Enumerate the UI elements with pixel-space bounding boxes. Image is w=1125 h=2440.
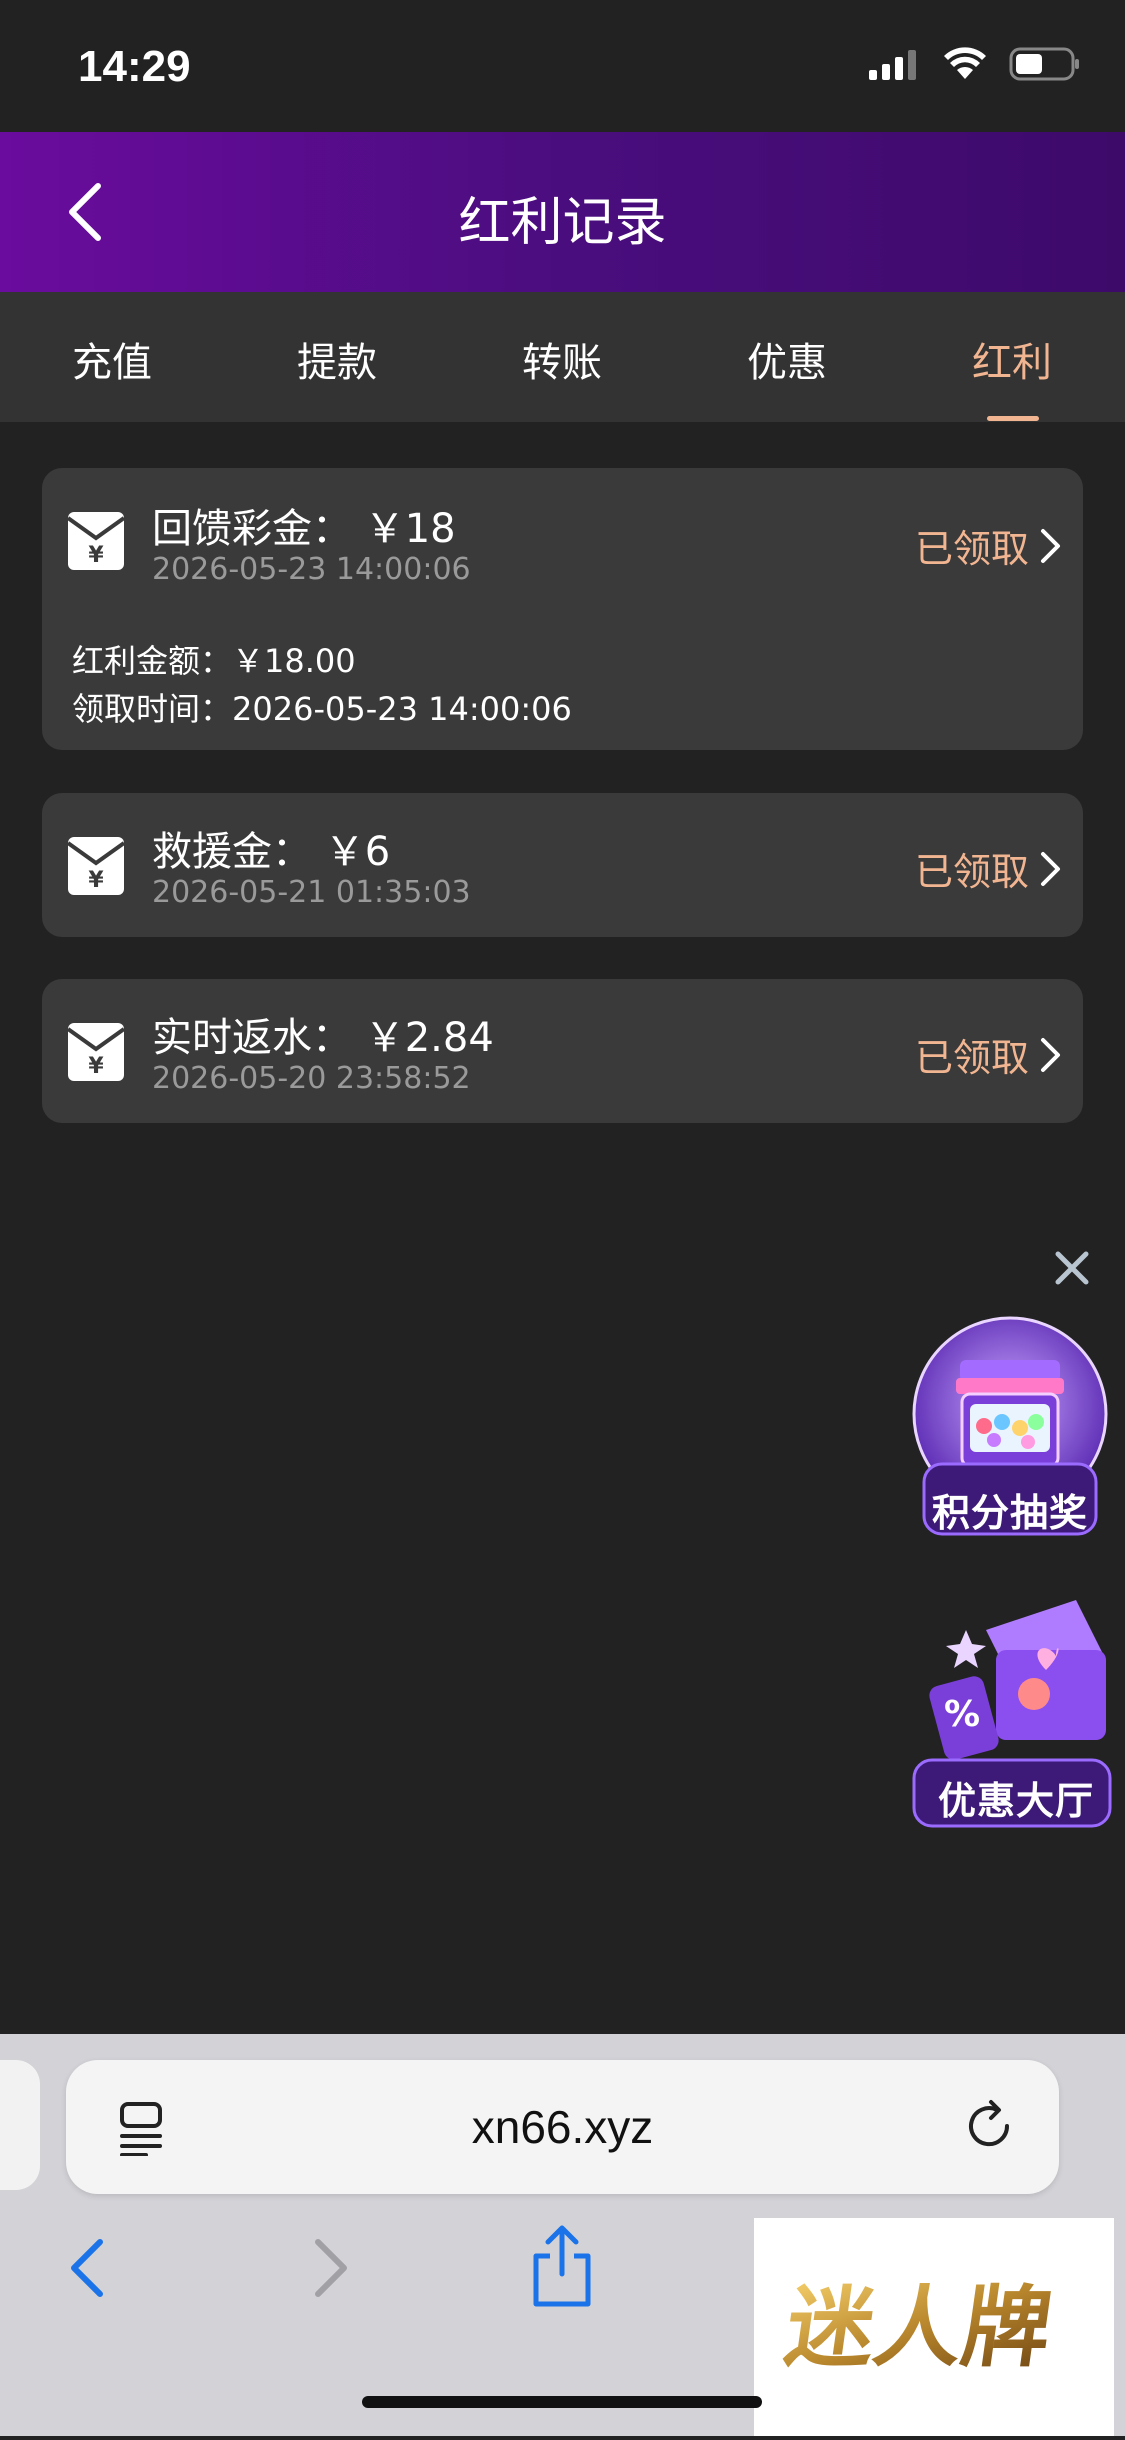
promotion-hall-label: 优惠大厅: [937, 1779, 1094, 1823]
wifi-icon: [944, 47, 986, 79]
bonus-record-card[interactable]: ¥ 回馈彩金： ￥18 2026-05-23 14:00:06 已领取 红利金额…: [42, 468, 1083, 750]
address-bar[interactable]: xn66.xyz: [66, 2060, 1059, 2194]
tab-withdraw[interactable]: 提款: [247, 330, 427, 388]
bonus-record-card[interactable]: ¥ 实时返水： ￥2.84 2026-05-20 23:58:52 已领取: [42, 979, 1083, 1123]
tab-recharge[interactable]: 充值: [22, 330, 202, 388]
browser-toolbar: xn66.xyz 迷人牌: [0, 2034, 1125, 2436]
record-status-label: 已领取: [914, 850, 1029, 894]
svg-text:¥: ¥: [88, 868, 104, 893]
svg-text:%: %: [944, 1694, 980, 1735]
page-title: 红利记录: [458, 193, 667, 253]
record-bonus-amount: 红利金额：￥18.00: [72, 642, 356, 680]
active-tab-indicator: [987, 416, 1039, 421]
promotion-hall-promo[interactable]: % 优惠大厅: [906, 1590, 1116, 1830]
chevron-right-icon: [1041, 528, 1060, 563]
home-indicator: [362, 2396, 762, 2408]
record-date: 2026-05-23 14:00:06: [152, 552, 471, 587]
record-title: 实时返水： ￥2.84: [152, 1015, 494, 1061]
tab-bonus[interactable]: 红利: [922, 330, 1102, 388]
page-header: 红利记录: [0, 132, 1125, 292]
watermark-logo: 迷人牌: [754, 2218, 1114, 2436]
red-envelope-icon: ¥: [68, 512, 124, 570]
share-icon[interactable]: [528, 2224, 596, 2308]
red-envelope-icon: ¥: [68, 837, 124, 895]
previous-tab-pill[interactable]: [0, 2060, 40, 2190]
record-status-label: 已领取: [914, 1036, 1029, 1080]
cellular-signal-icon: [869, 50, 916, 80]
record-title: 救援金： ￥6: [152, 829, 391, 875]
status-bar: 14:29: [0, 0, 1125, 132]
bonus-record-card[interactable]: ¥ 救援金： ￥6 2026-05-21 01:35:03 已领取: [42, 793, 1083, 937]
svg-text:迷人牌: 迷人牌: [779, 2276, 1057, 2378]
watermark-logo-art: 迷人牌: [779, 2276, 1057, 2378]
svg-text:¥: ¥: [88, 543, 104, 568]
close-icon: [1055, 1251, 1089, 1285]
record-date: 2026-05-21 01:35:03: [152, 875, 471, 910]
chevron-right-icon: [1041, 851, 1060, 886]
browser-forward-icon[interactable]: [306, 2234, 356, 2302]
svg-text:¥: ¥: [88, 1054, 104, 1079]
red-envelope-icon: ¥: [68, 1023, 124, 1081]
status-icons: [869, 46, 1081, 82]
points-lottery-label: 积分抽奖: [931, 1491, 1088, 1535]
record-status[interactable]: 已领取: [915, 518, 1063, 573]
record-status[interactable]: 已领取: [915, 841, 1063, 896]
record-date: 2026-05-20 23:58:52: [152, 1061, 471, 1096]
browser-back-icon[interactable]: [62, 2234, 112, 2302]
record-claim-time: 领取时间：2026-05-23 14:00:06: [72, 690, 572, 728]
record-status[interactable]: 已领取: [915, 1027, 1063, 1082]
record-status-label: 已领取: [914, 527, 1029, 571]
floating-close-button[interactable]: [1050, 1246, 1094, 1290]
reload-icon[interactable]: [959, 2096, 1019, 2156]
record-tabs: 充值 提款 转账 优惠 红利: [0, 292, 1125, 422]
battery-icon: [1009, 47, 1079, 81]
url-text: xn66.xyz: [471, 2101, 654, 2153]
points-lottery-promo[interactable]: 积分抽奖: [910, 1314, 1110, 1544]
record-title: 回馈彩金： ￥18: [152, 506, 456, 552]
status-time: 14:29: [78, 42, 191, 91]
chevron-right-icon: [1041, 1037, 1060, 1072]
tab-promotion[interactable]: 优惠: [697, 330, 877, 388]
tab-transfer[interactable]: 转账: [472, 330, 652, 388]
